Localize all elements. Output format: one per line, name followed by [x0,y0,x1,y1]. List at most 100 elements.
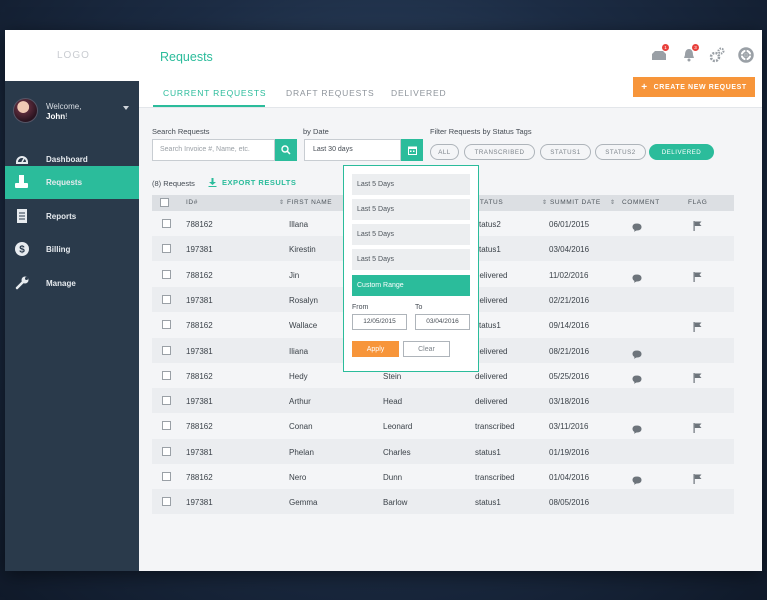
cell-first-name: Kirestin [289,245,316,255]
row-checkbox[interactable] [162,396,171,406]
flag-icon[interactable] [693,218,702,236]
column-header-first-name[interactable]: FIRST NAME [287,199,332,206]
table-row[interactable]: 197381 Arthur Head delivered 03/18/2016 [152,388,734,414]
row-checkbox[interactable] [162,446,171,456]
comment-icon[interactable] [632,270,642,288]
sidebar-item-label: Requests [46,178,83,187]
tag-status1[interactable]: STATUS1 [540,144,591,160]
sidebar: Welcome, John! Dashboard Requests Report… [5,81,139,571]
create-new-request-button[interactable]: + CREATE NEW REQUEST [633,77,755,97]
comment-icon[interactable] [632,219,642,237]
row-checkbox[interactable] [162,244,171,254]
date-range-select[interactable]: Last 30 days [304,139,401,161]
flag-icon[interactable] [693,319,702,337]
cell-summit-date: 01/19/2016 [549,447,590,457]
cell-summit-date: 08/05/2016 [549,498,590,508]
flag-icon[interactable] [693,420,702,438]
comment-icon[interactable] [632,421,642,439]
cell-first-name: Iliana [289,346,309,356]
flag-icon[interactable] [693,471,702,489]
tag-transcribed[interactable]: TRANSCRIBED [464,144,535,160]
logo-area: LOGO [5,30,139,81]
help-icon[interactable] [738,47,754,63]
cell-status: delivered [475,270,508,280]
cell-id: 788162 [186,473,213,482]
sidebar-item-requests[interactable]: Requests [5,166,139,199]
dollar-icon: $ [15,242,29,256]
gear-icon[interactable] [709,47,725,63]
cell-summit-date: 03/11/2016 [549,422,589,432]
sidebar-item-reports[interactable]: Reports [5,200,139,233]
search-label: Search Requests [152,127,210,136]
row-checkbox[interactable] [162,421,171,431]
cell-id: 197381 [186,498,213,508]
row-checkbox[interactable] [162,294,171,304]
from-date-input[interactable]: 12/05/2015 [352,314,407,330]
flag-icon[interactable] [693,269,702,287]
select-all-checkbox[interactable] [160,198,169,207]
chevron-down-icon[interactable] [123,106,129,110]
column-header-id[interactable]: ID# [186,199,198,206]
column-header-comment[interactable]: COMMENT [622,199,660,206]
create-new-request-label: CREATE NEW REQUEST [653,83,747,91]
cell-id: 197381 [186,397,213,407]
tag-delivered[interactable]: DELIVERED [649,144,714,160]
cell-id: 788162 [186,422,213,432]
table-row[interactable]: 197381 Phelan Charles status1 01/19/2016 [152,438,734,464]
date-option[interactable]: Last 5 Days [352,174,470,195]
cell-status: delivered [475,371,508,381]
table-row[interactable]: 788162 Nero Dunn transcribed 01/04/2016 [152,464,734,489]
date-option[interactable]: Last 5 Days [352,249,470,270]
sort-icon[interactable]: ⇕ [279,199,284,206]
cell-id: 197381 [186,245,213,255]
row-checkbox[interactable] [162,497,171,507]
to-date-input[interactable]: 03/04/2016 [415,314,470,330]
row-checkbox[interactable] [162,370,171,380]
search-button[interactable] [275,139,297,161]
welcome-text: Welcome, John! [46,102,81,122]
row-checkbox[interactable] [162,269,171,279]
sort-icon[interactable]: ⇕ [610,199,615,206]
tag-all[interactable]: ALL [430,144,459,160]
row-checkbox[interactable] [162,219,171,228]
tab-delivered[interactable]: DELIVERED [391,88,446,98]
flag-icon[interactable] [693,370,702,388]
user-profile[interactable]: Welcome, John! [5,81,139,143]
tab-current-requests[interactable]: CURRENT REQUESTS [163,88,266,98]
apply-button[interactable]: Apply [352,341,399,357]
export-results-button[interactable]: EXPORT RESULTS [208,178,296,187]
wrench-icon [15,276,29,290]
row-checkbox[interactable] [162,472,171,481]
date-option[interactable]: Last 5 Days [352,199,470,220]
table-row[interactable]: 788162 Conan Leonard transcribed 03/11/2016 [152,413,734,438]
date-option-custom-range[interactable]: Custom Range [352,275,470,296]
comment-icon[interactable] [632,346,642,364]
to-label: To [415,304,423,311]
cell-summit-date: 01/04/2016 [549,473,590,482]
cell-id: 788162 [186,220,213,229]
column-header-summit-date[interactable]: SUMMIT DATE [550,199,601,206]
comment-icon[interactable] [632,472,642,490]
comment-icon[interactable] [632,371,642,389]
column-header-status[interactable]: STATUS [475,199,503,206]
table-row[interactable]: 197381 Gemma Barlow status1 08/05/2016 [152,489,734,515]
search-input[interactable]: Search Invoice #, Name, etc. [152,139,275,161]
tag-status2[interactable]: STATUS2 [595,144,646,160]
column-header-flag[interactable]: FLAG [688,199,707,206]
cell-status: transcribed [475,422,515,432]
sidebar-item-manage[interactable]: Manage [5,267,139,300]
from-label: From [352,304,369,311]
row-checkbox[interactable] [162,345,171,355]
welcome-greeting: Welcome, [46,102,82,111]
tab-draft-requests[interactable]: DRAFT REQUESTS [286,88,375,98]
cell-id: 788162 [186,270,213,280]
sidebar-item-billing[interactable]: $ Billing [5,233,139,266]
row-checkbox[interactable] [162,320,171,330]
date-option[interactable]: Last 5 Days [352,224,470,245]
sidebar-item-label: Billing [46,245,71,254]
clear-button[interactable]: Clear [403,341,450,357]
cell-status: delivered [475,295,508,305]
sort-icon[interactable]: ⇕ [542,199,547,206]
calendar-button[interactable] [401,139,423,161]
download-icon [208,178,217,187]
